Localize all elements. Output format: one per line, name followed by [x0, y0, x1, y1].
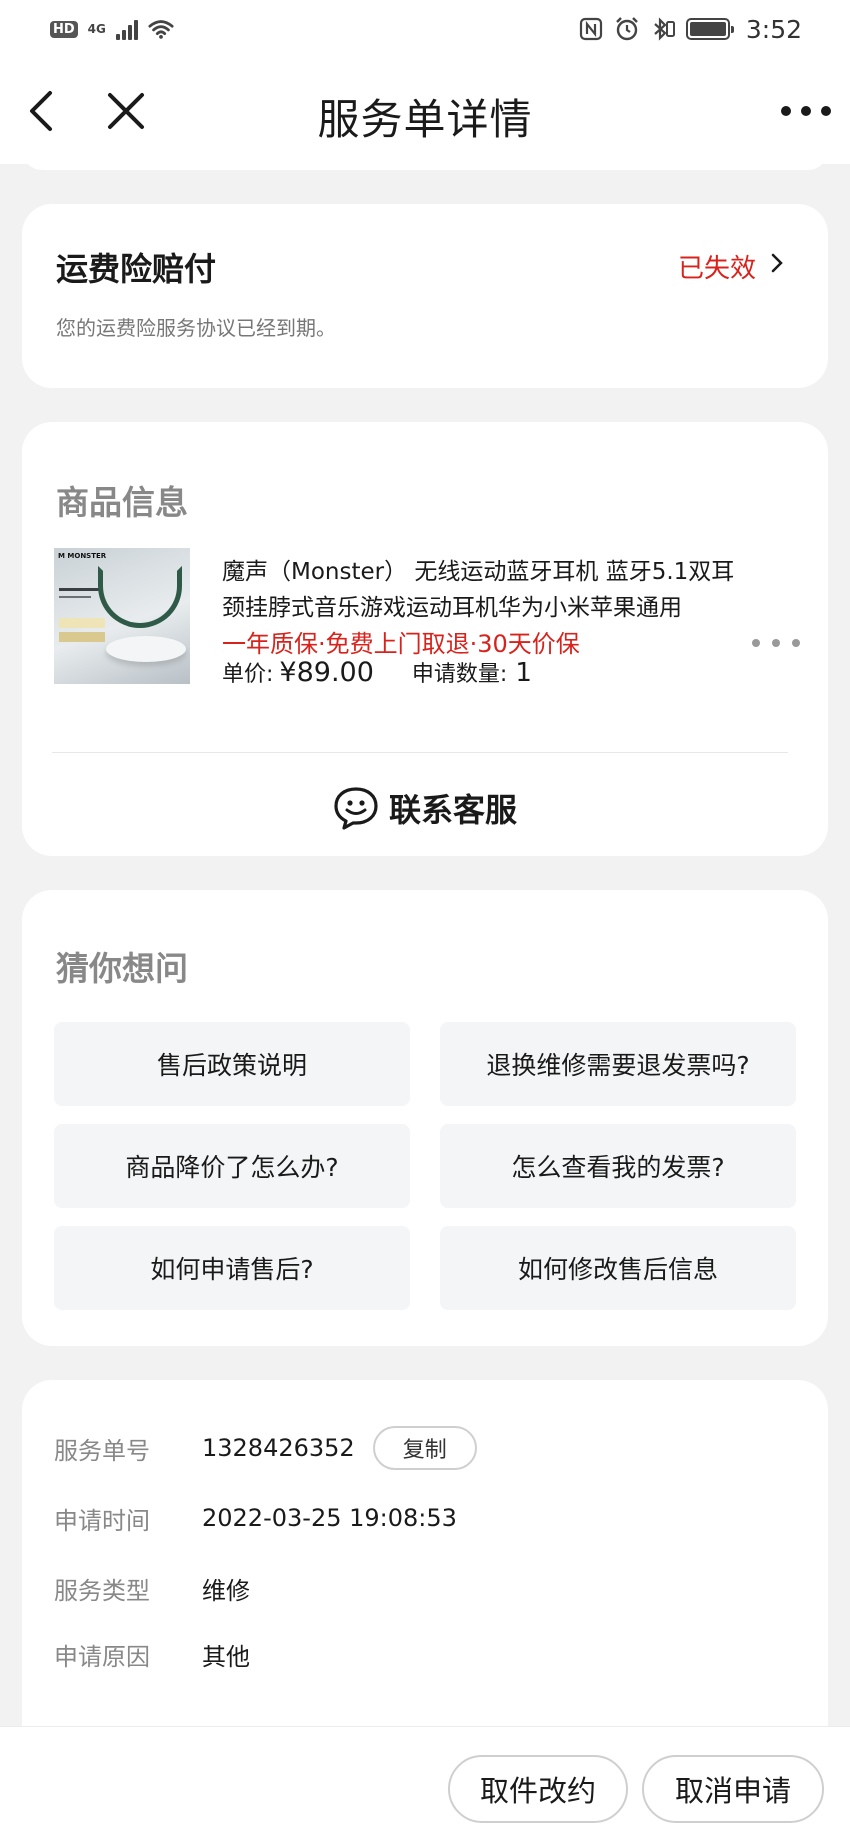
faq-item[interactable]: 如何申请售后? [54, 1226, 410, 1310]
quantity-value: 1 [515, 658, 532, 688]
change-pickup-button[interactable]: 取件改约 [448, 1755, 628, 1823]
copy-button[interactable]: 复制 [372, 1426, 477, 1470]
freight-insurance-card[interactable]: 运费险赔付 已失效 您的运费险服务协议已经到期。 [22, 204, 828, 388]
wifi-icon [148, 16, 174, 42]
detail-row-apply-reason: 申请原因 其他 [54, 1634, 250, 1674]
battery-icon [685, 18, 734, 40]
apply-time-value: 2022-03-25 19:08:53 [202, 1504, 457, 1532]
price-row: 单价: ¥89.00 申请数量: 1 [222, 656, 532, 688]
freight-description: 您的运费险服务协议已经到期。 [56, 316, 336, 340]
faq-card: 猜你想问 售后政策说明 退换维修需要退发票吗? 商品降价了怎么办? 怎么查看我的… [22, 890, 828, 1346]
price-label: 单价: [222, 662, 274, 687]
status-time: 3:52 [745, 14, 802, 44]
faq-item[interactable]: 售后政策说明 [54, 1022, 410, 1106]
product-name[interactable]: 魔声（Monster） 无线运动蓝牙耳机 蓝牙5.1双耳颈挂脖式音乐游戏运动耳机… [222, 554, 742, 626]
more-horizontal-icon [781, 106, 831, 116]
previous-card-edge [22, 150, 828, 170]
freight-insurance-title: 运费险赔付 [56, 250, 217, 288]
customer-service-icon [334, 787, 378, 830]
earphone-graphic [98, 566, 182, 628]
detail-label: 服务单号 [54, 1436, 150, 1465]
detail-row-service-type: 服务类型 维修 [54, 1568, 250, 1608]
section-title-product: 商品信息 [56, 483, 188, 522]
detail-label: 申请时间 [54, 1506, 150, 1535]
faq-item[interactable]: 怎么查看我的发票? [440, 1124, 796, 1208]
faq-item[interactable]: 如何修改售后信息 [440, 1226, 796, 1310]
alarm-icon [614, 16, 640, 42]
faq-item[interactable]: 商品降价了怎么办? [54, 1124, 410, 1208]
status-bar: HD 4G 3:52 [0, 0, 850, 58]
bottom-action-bar: 取件改约 取消申请 [0, 1726, 850, 1842]
more-button[interactable] [774, 79, 838, 143]
detail-label: 申请原因 [54, 1642, 150, 1671]
network-type-label: 4G [87, 22, 106, 36]
price-value: ¥89.00 [279, 657, 374, 688]
product-image[interactable]: M MONSTER [54, 548, 190, 684]
contact-service-button[interactable]: 联系客服 [22, 782, 828, 834]
section-title-faq: 猜你想问 [56, 949, 188, 988]
order-number-value: 1328426352 [202, 1434, 355, 1462]
detail-row-apply-time: 申请时间 2022-03-25 19:08:53 [54, 1498, 457, 1538]
product-brand-logo: M MONSTER [58, 552, 107, 560]
nfc-icon [578, 16, 604, 42]
faq-item[interactable]: 退换维修需要退发票吗? [440, 1022, 796, 1106]
chevron-right-icon [771, 253, 783, 273]
product-more-button[interactable] [752, 628, 800, 658]
detail-label: 服务类型 [54, 1576, 150, 1605]
bluetooth-icon [650, 16, 676, 42]
service-type-value: 维修 [202, 1576, 250, 1605]
dot-icon [772, 639, 780, 647]
product-info-card: 商品信息 M MONSTER 魔声（Monster） 无线运动蓝牙耳机 蓝牙5.… [22, 422, 828, 856]
navigation-bar: 服务单详情 [0, 58, 850, 164]
hd-icon: HD [50, 20, 78, 38]
divider [52, 752, 788, 753]
status-right: 3:52 [578, 15, 802, 44]
contact-service-label: 联系客服 [388, 791, 517, 829]
cancel-request-button[interactable]: 取消申请 [642, 1755, 824, 1823]
signal-icon [115, 18, 138, 40]
quantity-label: 申请数量: [411, 662, 508, 687]
dot-icon [792, 639, 800, 647]
detail-row-order-number: 服务单号 1328426352 复制 [54, 1426, 477, 1470]
apply-reason-value: 其他 [202, 1642, 250, 1671]
status-left: HD 4G [50, 16, 174, 42]
page-title: 服务单详情 [317, 95, 533, 144]
dot-icon [752, 639, 760, 647]
freight-status-label: 已失效 [677, 254, 756, 284]
product-service-tags: 一年质保·免费上门取退·30天价保 [222, 630, 580, 658]
